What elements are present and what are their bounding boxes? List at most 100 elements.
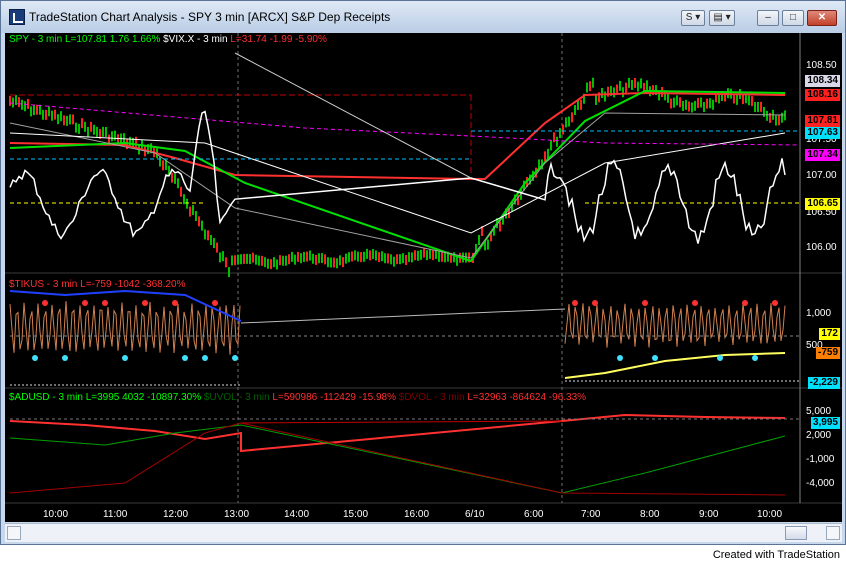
tikus-high-dot [692, 300, 698, 306]
tikus-high-dot [772, 300, 778, 306]
vix-change-pct-label: -5.90% [295, 34, 327, 45]
tikus-symbol-label: $TIKUS - 3 min [9, 279, 78, 290]
tikus-oscillator-line [9, 301, 241, 355]
price-panel-legend: SPY - 3 min L=107.81 1.76 1.66% $VIX.X -… [9, 34, 327, 45]
price-label-red: 108.16 [805, 89, 840, 101]
tikus-high-dot [572, 300, 578, 306]
price-label-cyan: 107.63 [805, 127, 840, 139]
scroll-right-arrow-icon[interactable] [826, 526, 840, 540]
tikus-gap-line [240, 308, 566, 324]
adusd-axis-tick: 2,000 [806, 430, 832, 441]
tikus-low-dot [32, 355, 38, 361]
adusd-gap-line [240, 420, 563, 424]
tikus-label-low: -2,229 [807, 377, 840, 389]
tikus-low-dot [717, 355, 723, 361]
price-label-last: 107.81 [805, 115, 840, 127]
time-axis-tick: 13:00 [224, 509, 250, 520]
dvol-change-label: -864624 [509, 392, 547, 403]
close-button[interactable]: ✕ [807, 10, 837, 26]
green-moving-average-line [9, 89, 786, 263]
price-axis-tick: 106.00 [806, 242, 837, 253]
tikus-panel-legend: $TIKUS - 3 min L=-759 -1042 -368.20% [9, 279, 186, 290]
time-axis-tick: 7:00 [581, 509, 601, 520]
price-label-high: 108.34 [805, 75, 840, 87]
tikus-high-dot [42, 300, 48, 306]
symbol-linking-button[interactable]: S ▾ [681, 10, 705, 26]
chart-area[interactable]: SPY - 3 min L=107.81 1.76 1.66% $VIX.X -… [5, 33, 842, 522]
tikus-high-dot [142, 300, 148, 306]
spy-change-label: 1.76 [109, 34, 130, 45]
tikus-low-dot [202, 355, 208, 361]
time-axis-tick: 12:00 [163, 509, 189, 520]
time-axis-tick: 10:00 [757, 509, 783, 520]
time-axis-tick: 11:00 [103, 509, 128, 520]
adusd-axis-tick: 5,000 [806, 406, 832, 417]
title-bar[interactable]: TradeStation Chart Analysis - SPY 3 min … [1, 1, 845, 33]
tikus-change-pct-label: -368.20% [142, 279, 186, 290]
adusd-panel-legend: $ADUSD - 3 min L=3995 4032 -10897.30% $U… [9, 392, 586, 403]
price-axis-tick: 108.50 [806, 60, 837, 71]
time-axis-tick: 10:00 [43, 509, 69, 520]
tikus-label-last: -759 [815, 347, 840, 359]
time-axis-tick: 14:00 [284, 509, 310, 520]
adusd-axis-tick: -4,000 [806, 478, 835, 489]
dvol-line [9, 422, 786, 496]
time-axis-tick: 15:00 [343, 509, 369, 520]
tikus-low-dot [182, 355, 188, 361]
price-label-yellow: 106.65 [805, 198, 840, 210]
window-menu-button[interactable]: ▤ ▾ [709, 10, 735, 26]
tikus-low-dot [652, 355, 658, 361]
adusd-change-label: 4032 [122, 392, 145, 403]
created-with-credit: Created with TradeStation [712, 549, 840, 561]
dvol-change-pct-label: -96.33% [548, 392, 587, 403]
uvol-last-label: L=590986 [272, 392, 318, 403]
tikus-low-dot [752, 355, 758, 361]
spy-change-pct-label: 1.66% [131, 34, 161, 45]
time-axis-tick: 8:00 [640, 509, 660, 520]
tikus-high-dot [592, 300, 598, 306]
adusd-axis-tick: -1,000 [806, 454, 835, 465]
adusd-last-label: L=3995 [85, 392, 120, 403]
adusd-label-last: 3,995 [810, 417, 840, 429]
time-axis-tick: 6/10 [465, 509, 485, 520]
horizontal-scrollbar[interactable] [5, 523, 842, 542]
spy-symbol-label: SPY - 3 min [9, 34, 63, 45]
tikus-low-dot [617, 355, 623, 361]
chart-window: TradeStation Chart Analysis - SPY 3 min … [0, 0, 846, 545]
tikus-label-yellow: 172 [819, 328, 840, 340]
tikus-last-label: L=-759 [80, 279, 112, 290]
window-title: TradeStation Chart Analysis - SPY 3 min … [29, 10, 391, 24]
time-axis-tick: 6:00 [524, 509, 544, 520]
time-axis-tick: 9:00 [699, 509, 719, 520]
vix-symbol-label: $VIX.X - 3 min [163, 34, 228, 45]
adusd-change-pct-label: -10897.30% [147, 392, 202, 403]
tikus-oscillator-line [564, 303, 786, 348]
price-label-magenta: 107.34 [805, 149, 840, 161]
maximize-button[interactable]: □ [782, 10, 804, 26]
spy-last-label: L=107.81 [64, 34, 107, 45]
chart-plot[interactable] [5, 33, 842, 522]
price-axis-tick: 107.00 [806, 170, 837, 181]
tikus-change-label: -1042 [114, 279, 140, 290]
uvol-change-pct-label: -15.98% [358, 392, 396, 403]
tikus-low-dot [122, 355, 128, 361]
scrollbar-thumb[interactable] [785, 526, 807, 540]
adusd-symbol-label: $ADUSD - 3 min [9, 392, 83, 403]
dvol-symbol-label: $DVOL - 3 min [398, 392, 465, 403]
tikus-average-line [564, 352, 786, 379]
tikus-high-dot [212, 300, 218, 306]
tikus-high-dot [742, 300, 748, 306]
tikus-high-dot [82, 300, 88, 306]
scroll-left-arrow-icon[interactable] [7, 526, 21, 540]
uvol-symbol-label: $UVOL - 3 min [203, 392, 270, 403]
dvol-last-label: L=32963 [467, 392, 507, 403]
minimize-button[interactable]: – [757, 10, 779, 26]
tikus-high-dot [102, 300, 108, 306]
tikus-low-dot [62, 355, 68, 361]
uvol-change-label: -112429 [319, 392, 356, 403]
tikus-axis-tick: 1,000 [806, 308, 832, 319]
time-axis-tick: 16:00 [404, 509, 430, 520]
vix-change-label: -1.99 [269, 34, 293, 45]
tradestation-app-icon[interactable] [9, 9, 25, 25]
tikus-low-dot [232, 355, 238, 361]
